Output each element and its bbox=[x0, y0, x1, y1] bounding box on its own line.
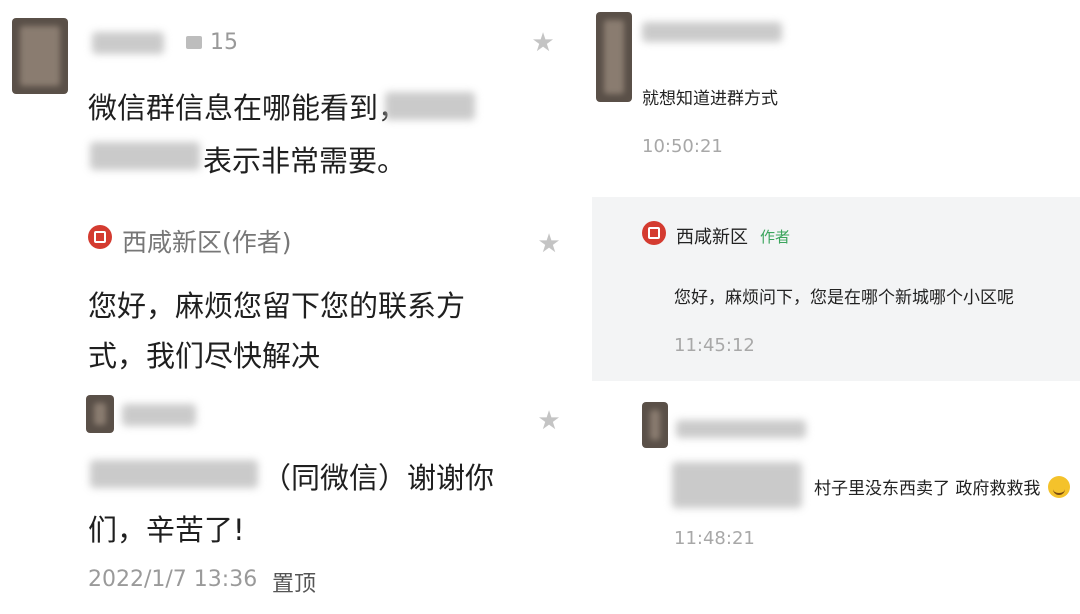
xixian-logo-icon bbox=[642, 221, 666, 245]
blurred-username bbox=[122, 404, 196, 426]
reply-author: 西咸新区(作者) bbox=[122, 228, 292, 257]
reply-text-line2: 式，我们尽快解决 bbox=[88, 339, 321, 373]
star-icon[interactable]: ★ bbox=[530, 30, 556, 56]
comment-icon bbox=[186, 36, 202, 49]
comment-text-line2: 表示非常需要。 bbox=[203, 144, 407, 178]
like-count: 15 bbox=[210, 30, 238, 55]
user-avatar[interactable] bbox=[596, 12, 632, 102]
blurred-username bbox=[676, 420, 806, 438]
user-avatar[interactable] bbox=[642, 402, 668, 448]
right-comment-panel: 就想知道进群方式 10:50:21 西咸新区 作者 您好，麻烦问下，您是在哪个新… bbox=[592, 0, 1080, 614]
comment-text: 村子里没东西卖了 政府救救我 bbox=[814, 479, 1041, 499]
comment-text-line1: 微信群信息在哪能看到， bbox=[88, 91, 408, 125]
reply-text: 您好，麻烦问下，您是在哪个新城哪个小区呢 bbox=[674, 288, 1014, 308]
blurred-username bbox=[92, 32, 164, 54]
blurred-text bbox=[385, 92, 475, 120]
user-avatar[interactable] bbox=[86, 395, 114, 433]
author-reply-box: 西咸新区 作者 您好，麻烦问下，您是在哪个新城哪个小区呢 11:45:12 bbox=[592, 197, 1080, 381]
xixian-logo-icon bbox=[88, 225, 112, 249]
reply-author: 西咸新区 bbox=[676, 227, 748, 248]
comment-text-line2: 们，辛苦了! bbox=[88, 513, 245, 547]
blurred-text bbox=[90, 142, 200, 170]
blurred-username bbox=[642, 22, 782, 42]
author-tag: 作者 bbox=[760, 228, 791, 246]
blurred-text bbox=[90, 460, 258, 488]
comment-text-line1: （同微信）谢谢你 bbox=[262, 461, 495, 495]
comment-text: 就想知道进群方式 bbox=[642, 89, 778, 109]
reply-text-line1: 您好，麻烦您留下您的联系方 bbox=[88, 289, 466, 323]
star-icon[interactable]: ★ bbox=[536, 231, 562, 257]
emoji-icon bbox=[1048, 476, 1070, 498]
star-icon[interactable]: ★ bbox=[536, 408, 562, 434]
comment-time: 11:48:21 bbox=[674, 528, 755, 549]
left-comment-panel: 15 ★ 微信群信息在哪能看到， 表示非常需要。 西咸新区(作者) ★ 您好，麻… bbox=[0, 0, 590, 614]
comment-time: 10:50:21 bbox=[642, 136, 723, 157]
pin-label[interactable]: 置顶 bbox=[272, 566, 316, 598]
blurred-text bbox=[672, 462, 802, 508]
timestamp: 2022/1/7 13:36 bbox=[88, 567, 258, 592]
user-avatar[interactable] bbox=[12, 18, 68, 94]
reply-time: 11:45:12 bbox=[674, 335, 755, 356]
